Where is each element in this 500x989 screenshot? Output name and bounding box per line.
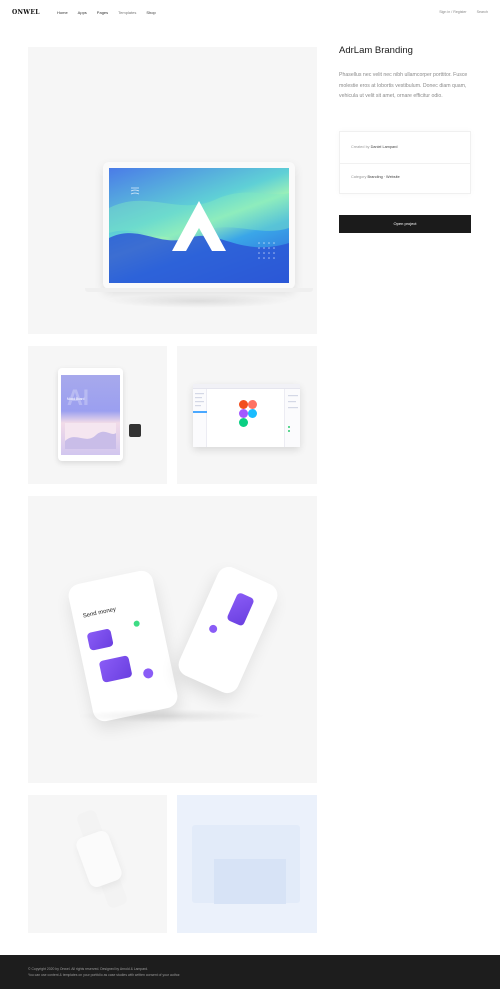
nav-item-shop[interactable]: Shop	[146, 10, 155, 15]
footer-copyright: © Copyright 2020 by Onwel. All rights re…	[28, 967, 149, 971]
figma-logo-icon	[239, 400, 257, 427]
laptop-base	[85, 288, 313, 292]
app-badge-icon	[129, 424, 141, 437]
avatar-icon	[207, 623, 219, 635]
meta-category: Category Branding · Website	[351, 175, 400, 179]
phone-heading: Send money	[82, 606, 117, 620]
footer-notice: You can use content & templates on your …	[28, 973, 181, 977]
gallery-tile-design-tool[interactable]	[177, 346, 317, 484]
laptop-shadow	[106, 294, 290, 308]
browser-mockup	[192, 825, 300, 904]
project-title: AdrLam Branding	[339, 45, 413, 56]
meta-created: Created by Daniel Lampard	[351, 145, 397, 149]
tool-layers-panel	[193, 389, 207, 447]
project-description: Phasellus nec velit nec nibh ullamcorper…	[339, 72, 468, 99]
purple-card-3	[226, 591, 255, 627]
watch-mockup	[74, 828, 124, 890]
layers-list	[193, 393, 207, 413]
nav-item-templates[interactable]: Templates	[118, 10, 136, 15]
project-meta: Created by Daniel Lampard Category Brand…	[339, 131, 471, 194]
tablet-screen: AI Mood Board	[61, 375, 120, 455]
gallery-tile-watch[interactable]	[28, 795, 167, 933]
laptop-mockup	[74, 117, 314, 317]
purple-card-2	[98, 655, 133, 683]
purple-card	[86, 628, 114, 651]
gallery-tile-browser[interactable]	[177, 795, 317, 933]
gallery-tile-tablet[interactable]: AI Mood Board	[28, 346, 167, 484]
tablet-artwork: AI	[65, 385, 116, 449]
meta-category-value[interactable]: Branding · Website	[367, 175, 399, 179]
tablet-mockup: AI Mood Board	[58, 368, 123, 461]
main-nav: Home Apps Pages Templates Shop	[57, 10, 156, 15]
meta-created-value[interactable]: Daniel Lampard	[371, 145, 398, 149]
gallery-tile-phones[interactable]: Send money	[28, 496, 317, 783]
search-link[interactable]: Search	[477, 10, 488, 14]
status-dot-icon	[133, 620, 141, 628]
nav-item-apps[interactable]: Apps	[78, 10, 87, 15]
gallery-tile-laptop[interactable]	[28, 47, 317, 334]
site-header: ONWEL Home Apps Pages Templates Shop Sig…	[0, 0, 500, 26]
site-footer: © Copyright 2020 by Onwel. All rights re…	[0, 955, 500, 989]
open-project-button[interactable]: Open project	[339, 215, 471, 233]
phone-mockup-left: Send money	[66, 568, 180, 724]
nav-item-pages[interactable]: Pages	[97, 10, 108, 15]
design-tool-mockup	[193, 384, 300, 447]
nav-item-home[interactable]: Home	[57, 10, 68, 15]
brand-artwork	[109, 187, 289, 283]
laptop-screen	[109, 168, 289, 283]
meta-created-label: Created by	[351, 145, 370, 149]
site-logo[interactable]: ONWEL	[12, 9, 40, 16]
tablet-heading: Mood Board	[67, 397, 85, 401]
header-actions: Sign in / Register Search	[439, 10, 488, 14]
properties-list	[288, 395, 298, 432]
tool-properties-panel	[284, 389, 300, 447]
phone-mockup-right	[174, 563, 282, 697]
meta-category-label: Category	[351, 175, 367, 179]
meta-divider	[340, 163, 470, 164]
sign-in-link[interactable]: Sign in / Register	[439, 10, 466, 14]
phones-shadow	[76, 709, 266, 723]
send-icon	[142, 667, 155, 680]
laptop-lid	[103, 162, 295, 289]
browser-content	[214, 859, 286, 904]
